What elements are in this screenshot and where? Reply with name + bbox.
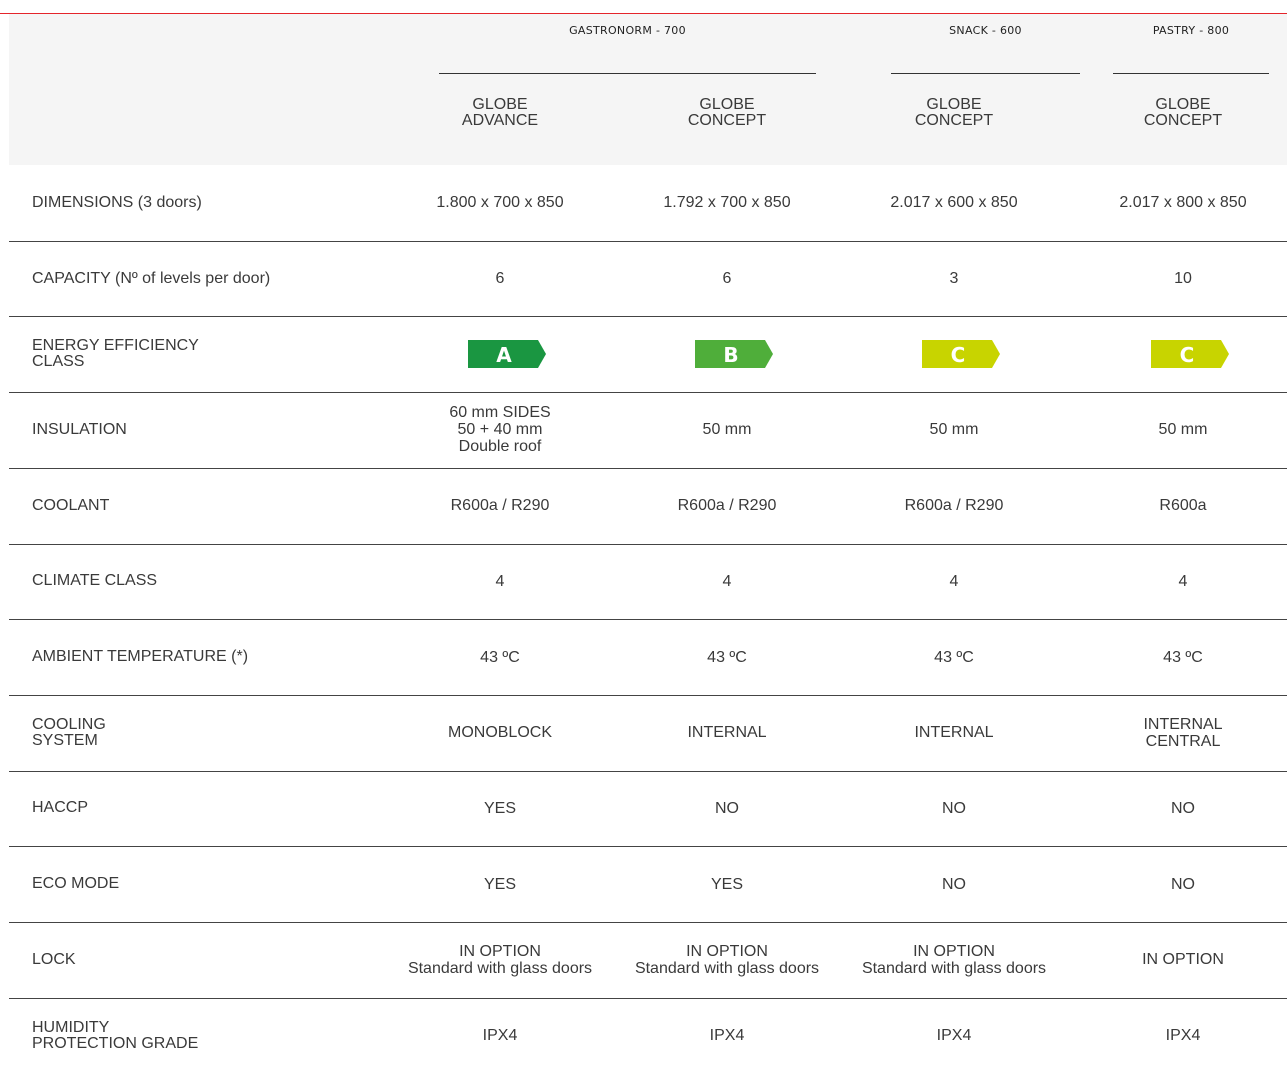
- spec-value: R600a / R290: [450, 497, 550, 515]
- row-divider: [9, 694, 1287, 696]
- spec-value: 6: [495, 270, 505, 288]
- group-divider-snack: [891, 73, 1080, 74]
- spec-value: IN OPTION Standard with glass doors: [407, 942, 593, 977]
- row-label: DIMENSIONS (3 doors): [32, 193, 202, 211]
- spec-value: IN OPTION: [1142, 951, 1224, 969]
- spec-value: NO: [1171, 799, 1195, 817]
- spec-value: IPX4: [936, 1027, 972, 1045]
- spec-value: 4: [722, 572, 732, 590]
- group-label-gastronorm: GASTRONORM - 700: [569, 24, 686, 37]
- row-divider: [9, 922, 1287, 923]
- row-divider: [9, 240, 1287, 242]
- spec-value: IPX4: [1165, 1027, 1201, 1045]
- energy-class-letter: C: [951, 343, 966, 367]
- spec-value: NO: [942, 875, 966, 893]
- energy-class-badge: A: [468, 340, 548, 369]
- row-divider: [9, 619, 1287, 621]
- spec-value: INTERNAL: [914, 724, 994, 742]
- spec-value: 50 mm: [1158, 421, 1208, 439]
- group-label-snack: SNACK - 600: [949, 24, 1022, 37]
- row-divider: [9, 846, 1287, 848]
- group-label-pastry: PASTRY - 800: [1152, 24, 1230, 37]
- spec-value: IPX4: [709, 1027, 745, 1045]
- energy-class-letter: A: [496, 343, 512, 367]
- row-divider: [9, 467, 1287, 469]
- spec-value: 60 mm SIDES 50 + 40 mm Double roof: [449, 404, 551, 456]
- spec-value: R600a: [1159, 497, 1207, 515]
- spec-value: 43 ºC: [934, 648, 974, 666]
- spec-value: R600a / R290: [677, 497, 777, 515]
- spec-value: NO: [715, 799, 739, 817]
- row-label: ECO MODE: [32, 875, 120, 893]
- row-label: INSULATION: [32, 420, 127, 438]
- spec-value: 2.017 x 800 x 850: [1119, 194, 1247, 212]
- spec-value: 2.017 x 600 x 850: [890, 194, 1018, 212]
- spec-value: 4: [1178, 572, 1188, 590]
- spec-value: 43 ºC: [1163, 648, 1203, 666]
- row-label: COOLANT: [32, 496, 110, 514]
- model-name: GLOBE CONCEPT: [1143, 96, 1223, 129]
- group-divider-pastry: [1113, 73, 1269, 74]
- spec-value: INTERNAL: [687, 724, 767, 742]
- row-divider: [9, 997, 1287, 999]
- row-label: CAPACITY (Nº of levels per door): [32, 269, 271, 287]
- energy-class-badge: C: [1151, 340, 1231, 369]
- row-divider: [9, 543, 1287, 545]
- energy-class-letter: B: [723, 343, 738, 367]
- row-label: HACCP: [32, 799, 89, 817]
- spec-value: YES: [710, 875, 743, 893]
- row-divider: [9, 316, 1287, 318]
- model-name: GLOBE CONCEPT: [914, 96, 994, 129]
- row-label: HUMIDITY PROTECTION GRADE: [32, 1018, 199, 1052]
- spec-value: 4: [495, 572, 505, 590]
- spec-value: 43 ºC: [480, 648, 520, 666]
- spec-value: R600a / R290: [904, 497, 1004, 515]
- row-label: LOCK: [32, 950, 76, 968]
- energy-class-badge: B: [695, 340, 775, 369]
- model-name: GLOBE ADVANCE: [461, 96, 539, 129]
- row-label: ENERGY EFFICIENCY CLASS: [32, 337, 199, 371]
- spec-value: INTERNAL CENTRAL: [1143, 715, 1223, 750]
- spec-value: 1.800 x 700 x 850: [436, 194, 564, 212]
- spec-value: IPX4: [482, 1027, 518, 1045]
- energy-class-badge: C: [922, 340, 1002, 369]
- spec-value: NO: [1171, 875, 1195, 893]
- spec-value: YES: [483, 799, 516, 817]
- spec-value: 50 mm: [929, 421, 979, 439]
- spec-value: 10: [1174, 270, 1192, 288]
- row-label: COOLING SYSTEM: [32, 715, 106, 749]
- spec-value: 43 ºC: [707, 648, 747, 666]
- row-label: AMBIENT TEMPERATURE (*): [32, 648, 249, 666]
- group-divider-gastronorm: [439, 73, 816, 74]
- spec-value: IN OPTION Standard with glass doors: [861, 942, 1047, 977]
- row-label: CLIMATE CLASS: [32, 572, 158, 590]
- spec-value: MONOBLOCK: [447, 724, 552, 742]
- row-divider: [9, 770, 1287, 772]
- spec-value: 1.792 x 700 x 850: [663, 194, 791, 212]
- spec-value: YES: [483, 875, 516, 893]
- spec-value: 4: [949, 572, 959, 590]
- row-divider: [9, 392, 1287, 394]
- spec-value: NO: [942, 799, 966, 817]
- energy-class-letter: C: [1180, 343, 1195, 367]
- model-name: GLOBE CONCEPT: [687, 96, 767, 129]
- spec-value: 3: [949, 270, 959, 288]
- spec-value: 6: [722, 270, 732, 288]
- spec-value: IN OPTION Standard with glass doors: [634, 942, 820, 977]
- spec-value: 50 mm: [702, 421, 752, 439]
